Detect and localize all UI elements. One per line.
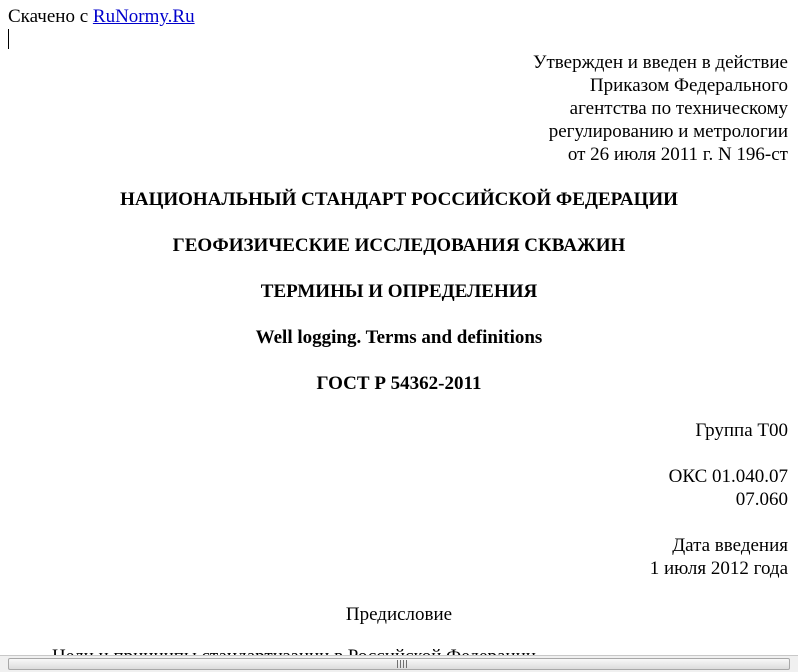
approval-line: от 26 июля 2011 г. N 196-ст: [567, 144, 788, 165]
foreword-text: Цели и принципы стандартизации в Российс…: [52, 646, 536, 655]
foreword-text-cutoff: Цели и принципы стандартизации в Российс…: [52, 645, 792, 655]
english-title: Well logging. Terms and definitions: [255, 327, 543, 348]
oks-code-line2: 07.060: [735, 489, 788, 510]
text-cursor: [8, 29, 9, 49]
source-link[interactable]: RuNormy.Ru: [93, 6, 195, 27]
effective-date-label: Дата введения: [672, 535, 788, 556]
approval-line: Утвержден и введен в действие: [533, 52, 788, 73]
source-line: Скачено с RuNormy.Ru: [8, 5, 195, 28]
foreword-heading: Предисловие: [345, 604, 453, 625]
standard-designation: ГОСТ Р 54362-2011: [316, 373, 482, 394]
grip-icon: [397, 660, 407, 668]
standard-type-heading: НАЦИОНАЛЬНЫЙ СТАНДАРТ РОССИЙСКОЙ ФЕДЕРАЦ…: [120, 189, 678, 210]
source-prefix: Скачено с: [8, 6, 93, 27]
effective-date-value: 1 июля 2012 года: [649, 558, 788, 579]
approval-line: агентства по техническому: [569, 98, 788, 119]
classification-group: Группа Т00: [695, 420, 788, 441]
document-subtitle: ТЕРМИНЫ И ОПРЕДЕЛЕНИЯ: [260, 281, 538, 302]
document-title: ГЕОФИЗИЧЕСКИЕ ИССЛЕДОВАНИЯ СКВАЖИН: [172, 235, 626, 256]
scrollbar-thumb[interactable]: [8, 658, 790, 670]
approval-line: Приказом Федерального: [589, 75, 788, 96]
approval-block: Утвержден и введен в действие Приказом Ф…: [533, 51, 788, 166]
horizontal-scrollbar[interactable]: [0, 655, 798, 672]
oks-code-line1: ОКС 01.040.07: [668, 466, 788, 487]
approval-line: регулированию и метрологии: [548, 121, 788, 142]
